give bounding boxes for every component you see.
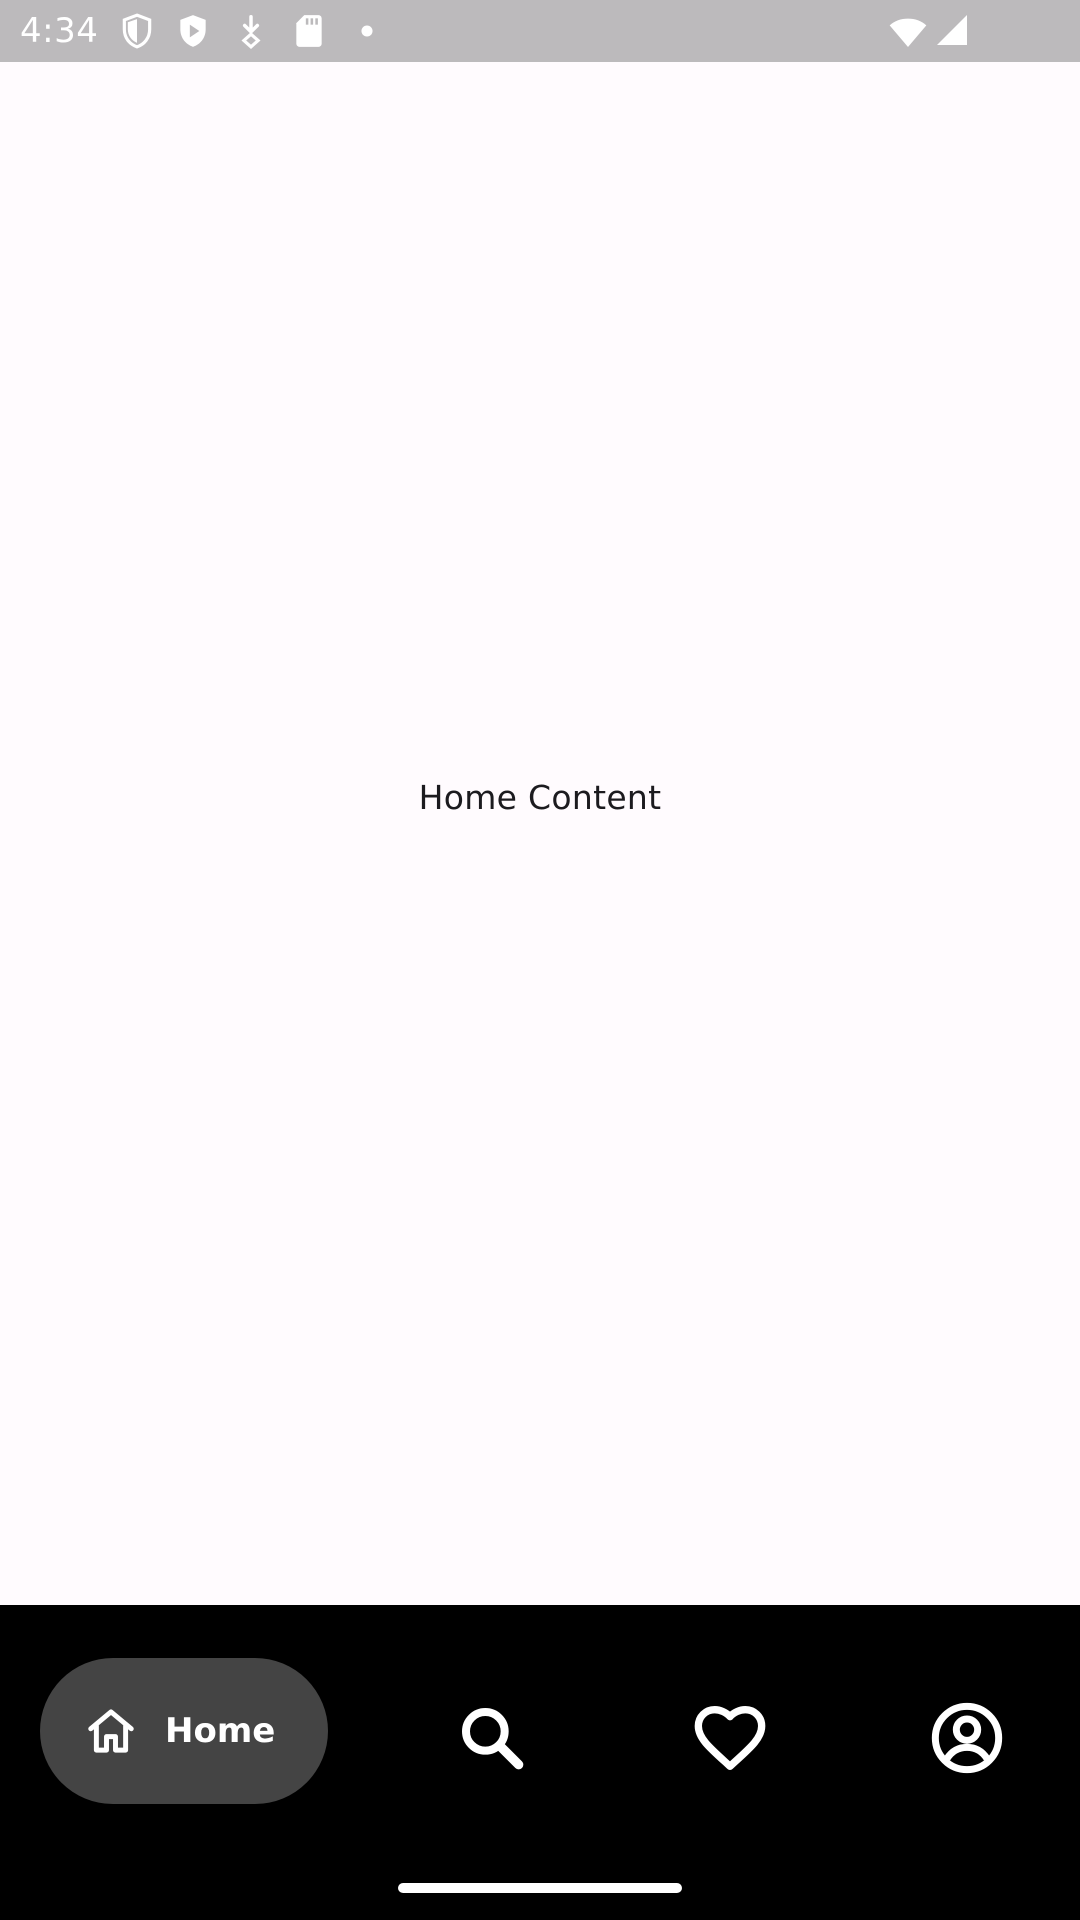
heart-icon xyxy=(694,1706,766,1770)
status-time: 4:34 xyxy=(20,11,99,51)
nav-item-favorites[interactable] xyxy=(690,1698,770,1778)
shield-play-icon xyxy=(174,12,212,50)
status-bar: 4:34 xyxy=(0,0,1080,62)
screen: 4:34 Home Content Home xyxy=(0,0,1080,1920)
sd-card-icon xyxy=(290,12,328,50)
bottom-navigation: Home xyxy=(0,1605,1080,1920)
home-content-text: Home Content xyxy=(418,778,662,817)
account-circle-icon xyxy=(931,1702,1003,1774)
nav-item-search[interactable] xyxy=(452,1698,532,1778)
shield-outline-icon xyxy=(118,12,156,50)
search-icon xyxy=(461,1707,524,1770)
main-content: Home Content xyxy=(0,62,1080,1605)
dot-icon xyxy=(348,12,386,50)
home-icon xyxy=(84,1704,138,1758)
home-indicator[interactable] xyxy=(398,1883,682,1893)
cell-signal-icon xyxy=(934,12,970,48)
download-arrow-icon xyxy=(232,12,270,50)
nav-item-profile[interactable] xyxy=(927,1698,1007,1778)
nav-item-home-label: Home xyxy=(165,1711,276,1751)
wifi-icon xyxy=(888,12,928,52)
nav-item-home[interactable]: Home xyxy=(40,1658,328,1804)
